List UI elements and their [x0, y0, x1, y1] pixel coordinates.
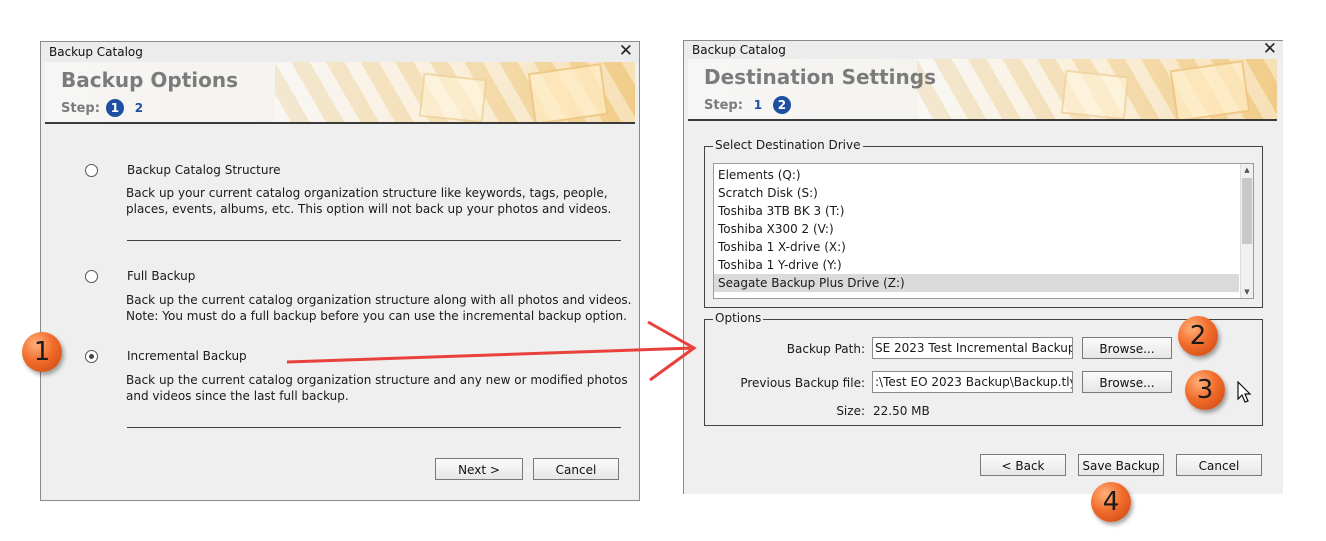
group-label: Select Destination Drive — [713, 138, 863, 152]
step-label: Step: — [704, 97, 743, 113]
title-bar: Backup Catalog ✕ — [41, 41, 639, 62]
backup-options-dialog: Backup Catalog ✕ Backup Options Step: 1 … — [40, 41, 640, 501]
list-item[interactable]: Toshiba X300 2 (V:) — [714, 220, 1239, 238]
scroll-up-icon[interactable]: ▲ — [1241, 164, 1253, 176]
step-indicator: Step: 1 2 — [61, 99, 148, 117]
window-title: Backup Catalog — [692, 43, 786, 57]
full-backup-radio[interactable] — [85, 270, 98, 283]
mouse-pointer-icon — [1237, 381, 1252, 403]
option-description: Back up the current catalog organization… — [126, 373, 628, 387]
destination-drive-group: Select Destination Drive Elements (Q:) S… — [704, 138, 1263, 308]
incremental-backup-radio[interactable] — [85, 350, 98, 363]
callout-badge-3: 3 — [1185, 370, 1225, 410]
option-description: places, events, albums, etc. This option… — [126, 202, 612, 216]
page-title: Backup Options — [61, 68, 239, 92]
option-title: Full Backup — [127, 269, 196, 283]
option-title: Backup Catalog Structure — [127, 163, 281, 177]
drive-list-scrollbar[interactable]: ▲ ▼ — [1240, 164, 1253, 298]
previous-backup-file-label: Previous Backup file: — [740, 376, 865, 390]
divider — [127, 240, 621, 241]
size-value: 22.50 MB — [873, 404, 930, 418]
list-item-selected[interactable]: Seagate Backup Plus Drive (Z:) — [714, 274, 1239, 292]
size-label: Size: — [836, 404, 865, 418]
option-title: Incremental Backup — [127, 349, 247, 363]
option-description: and videos since the last full backup. — [126, 389, 349, 403]
save-backup-button[interactable]: Save Backup — [1078, 454, 1164, 476]
callout-badge-4: 4 — [1091, 482, 1131, 522]
destination-settings-dialog: Backup Catalog ✕ Destination Settings St… — [683, 39, 1283, 494]
window-title: Backup Catalog — [49, 45, 143, 59]
callout-badge-1: 1 — [22, 332, 62, 372]
title-bar: Backup Catalog ✕ — [684, 39, 1283, 59]
scrollbar-thumb[interactable] — [1242, 178, 1252, 244]
back-button[interactable]: < Back — [980, 454, 1066, 476]
browse-previous-backup-button[interactable]: Browse... — [1082, 371, 1172, 393]
decorative-photo-frame — [1060, 69, 1130, 119]
list-item[interactable]: Elements (Q:) — [714, 166, 1239, 184]
list-item[interactable]: Scratch Disk (S:) — [714, 184, 1239, 202]
close-icon[interactable]: ✕ — [1263, 39, 1277, 59]
group-label: Options — [713, 311, 764, 325]
decorative-photo-frame — [418, 72, 488, 122]
decorative-photo-frame — [527, 63, 609, 122]
cancel-button[interactable]: Cancel — [533, 458, 619, 480]
close-icon[interactable]: ✕ — [619, 41, 633, 61]
list-item[interactable]: Toshiba 1 X-drive (X:) — [714, 238, 1239, 256]
option-description: Back up the current catalog organization… — [126, 293, 632, 307]
header-banner: Backup Options Step: 1 2 — [45, 62, 635, 124]
step-label: Step: — [61, 100, 100, 116]
step-2-badge: 2 — [134, 101, 144, 115]
step-1-badge: 1 — [753, 98, 763, 112]
backup-path-field[interactable]: SE 2023 Test Incremental Backup\ — [872, 337, 1073, 359]
backup-catalog-structure-radio[interactable] — [85, 164, 98, 177]
decorative-photo-frame — [1169, 60, 1251, 119]
previous-backup-file-field[interactable]: :\Test EO 2023 Backup\Backup.tly — [872, 371, 1073, 393]
step-1-badge: 1 — [105, 99, 124, 117]
scroll-down-icon[interactable]: ▼ — [1241, 286, 1253, 298]
step-2-badge: 2 — [772, 96, 791, 114]
cancel-button[interactable]: Cancel — [1176, 454, 1262, 476]
list-item[interactable]: Toshiba 1 Y-drive (Y:) — [714, 256, 1239, 274]
header-banner: Destination Settings Step: 1 2 — [688, 59, 1277, 121]
next-button[interactable]: Next > — [435, 458, 523, 480]
drive-listbox[interactable]: Elements (Q:) Scratch Disk (S:) Toshiba … — [713, 163, 1254, 299]
callout-badge-2: 2 — [1178, 316, 1218, 356]
browse-backup-path-button[interactable]: Browse... — [1082, 337, 1172, 359]
divider — [127, 427, 621, 428]
option-description: Note: You must do a full backup before y… — [126, 309, 627, 323]
step-indicator: Step: 1 2 — [704, 96, 791, 114]
backup-path-label: Backup Path: — [786, 342, 865, 356]
option-description: Back up your current catalog organizatio… — [126, 186, 608, 200]
list-item[interactable]: Toshiba 3TB BK 3 (T:) — [714, 202, 1239, 220]
page-title: Destination Settings — [704, 65, 936, 89]
